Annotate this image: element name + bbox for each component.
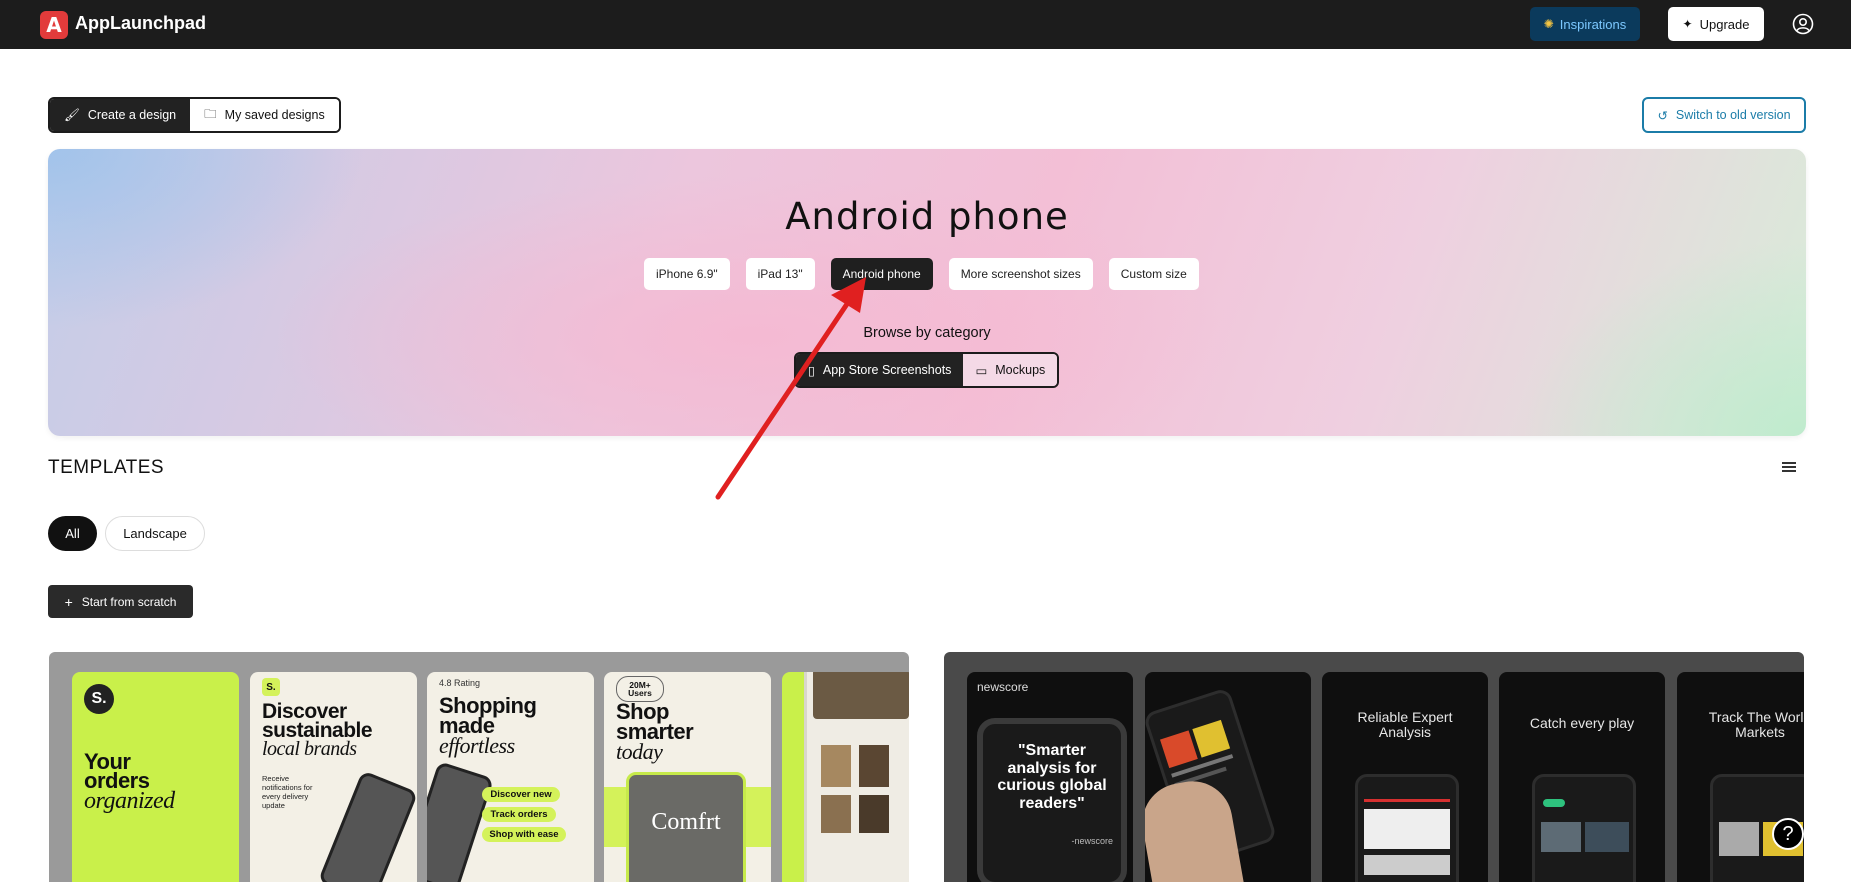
s2-logo: S. [262, 678, 280, 696]
upgrade-label: Upgrade [1699, 16, 1750, 32]
s2-note: Receive notifications for every delivery… [262, 774, 313, 810]
hero-title: Android phone [785, 195, 1069, 238]
template-screenshot-5 [782, 672, 909, 882]
news-screenshot-1: newscore "Smarter analysis for curious g… [967, 672, 1133, 882]
size-iphone-button[interactable]: iPhone 6.9" [644, 258, 730, 290]
start-from-scratch-button[interactable]: + Start from scratch [48, 585, 193, 618]
phone-mockup-image: Comfrt [626, 772, 746, 882]
phone-mockup-image [1532, 774, 1636, 882]
create-design-button[interactable]: 🖌 Create a design [50, 99, 191, 131]
magic-sparkle-icon: ✦ [1682, 17, 1693, 31]
s4-brand: Comfrt [651, 809, 721, 835]
brush-icon: 🖌 [64, 107, 80, 122]
templates-heading: TEMPLATES [48, 457, 165, 478]
inspirations-button[interactable]: ✺ Inspirations [1530, 7, 1640, 41]
filter-all-chip[interactable]: All [48, 516, 97, 551]
s1-line3: organized [84, 788, 175, 814]
inspirations-label: Inspirations [1559, 16, 1627, 32]
news-title-2: Catch every play [1529, 715, 1635, 731]
create-design-label: Create a design [87, 108, 177, 122]
plus-icon: + [64, 593, 73, 610]
size-ipad-button[interactable]: iPad 13" [745, 258, 815, 290]
saved-designs-label: My saved designs [224, 108, 325, 122]
news-title-1: Reliable Expert Analysis [1357, 709, 1453, 740]
history-icon: ↺ [1657, 108, 1668, 123]
design-mode-switch: 🖌 Create a design 🗀 My saved designs [48, 97, 341, 133]
phone-icon: ▯ [808, 363, 815, 378]
filter-landscape-chip[interactable]: Landscape [105, 516, 205, 551]
news-brand: newscore [977, 680, 1029, 694]
s3-line3: effortless [439, 733, 515, 758]
s2-line3: local brands [262, 738, 357, 760]
app-name[interactable]: AppLaunchpad [75, 13, 206, 34]
template-card-shopping[interactable]: S. Your orders organized S. Discover sus… [49, 652, 909, 882]
phone-mockup-image [804, 672, 909, 882]
phone-mockup-image [427, 760, 495, 882]
app-logo-icon[interactable]: A [40, 11, 68, 39]
s3-pill-1: Discover new [482, 787, 560, 802]
switch-old-version-label: Switch to old version [1675, 108, 1791, 122]
s3-rating: 4.8 Rating [439, 678, 481, 688]
phone-mockup-image [317, 770, 417, 882]
news-title-3: Track The World Markets [1708, 709, 1804, 740]
template-screenshot-1: S. Your orders organized [72, 672, 239, 882]
template-screenshot-2: S. Discover sustainable local brands Rec… [250, 672, 417, 882]
size-custom-button[interactable]: Custom size [1108, 258, 1199, 290]
template-screenshot-4: 20M+ Users Shop smarter today Comfrt [604, 672, 771, 882]
upgrade-button[interactable]: ✦ Upgrade [1668, 7, 1764, 41]
news-screenshot-5: Track The World Markets [1677, 672, 1804, 882]
category-mockups-button[interactable]: ▭ Mockups [963, 354, 1058, 386]
category-app-store-label: App Store Screenshots [822, 363, 952, 377]
tablet-mockup: "Smarter analysis for curious global rea… [977, 718, 1127, 882]
category-switch: ▯ App Store Screenshots ▭ Mockups [794, 352, 1060, 388]
sparkle-icon: ✺ [1543, 17, 1554, 31]
template-screenshot-3: 4.8 Rating Shopping made effortless Disc… [427, 672, 594, 882]
screenshot-size-selector: iPhone 6.9" iPad 13" Android phone More … [644, 258, 1199, 290]
news-quote: "Smarter analysis for curious global rea… [997, 742, 1107, 812]
list-view-icon[interactable] [1774, 458, 1804, 478]
template-card-news[interactable]: newscore "Smarter analysis for curious g… [944, 652, 1804, 882]
size-android-button[interactable]: Android phone [830, 258, 933, 290]
folder-icon: 🗀 [204, 106, 217, 121]
user-account-icon[interactable] [1792, 13, 1814, 35]
phone-mockup-image [1355, 774, 1459, 882]
news-screenshot-2 [1145, 672, 1311, 882]
mockup-icon: ▭ [975, 363, 988, 378]
news-quote-sign: -newscore [1071, 836, 1113, 846]
s3-pill-3: Shop with ease [482, 827, 566, 842]
s3-pill-2: Track orders [482, 807, 556, 822]
news-screenshot-3: Reliable Expert Analysis [1322, 672, 1488, 882]
category-app-store-button[interactable]: ▯ App Store Screenshots [796, 354, 964, 386]
help-button[interactable]: ? [1772, 818, 1804, 850]
start-from-scratch-label: Start from scratch [81, 594, 177, 609]
s4-line3: today [616, 739, 663, 764]
news-screenshot-4: Catch every play [1499, 672, 1665, 882]
size-more-button[interactable]: More screenshot sizes [948, 258, 1093, 290]
hero-banner: Android phone iPhone 6.9" iPad 13" Andro… [48, 149, 1806, 436]
top-navigation-bar: A AppLaunchpad ✺ Inspirations ✦ Upgrade [0, 0, 1851, 49]
browse-category-label: Browse by category [863, 325, 991, 341]
category-mockups-label: Mockups [995, 363, 1046, 377]
saved-designs-button[interactable]: 🗀 My saved designs [190, 99, 339, 131]
question-icon: ? [1782, 822, 1794, 845]
switch-old-version-button[interactable]: ↺ Switch to old version [1642, 97, 1806, 133]
shop-logo-badge: S. [84, 684, 114, 714]
